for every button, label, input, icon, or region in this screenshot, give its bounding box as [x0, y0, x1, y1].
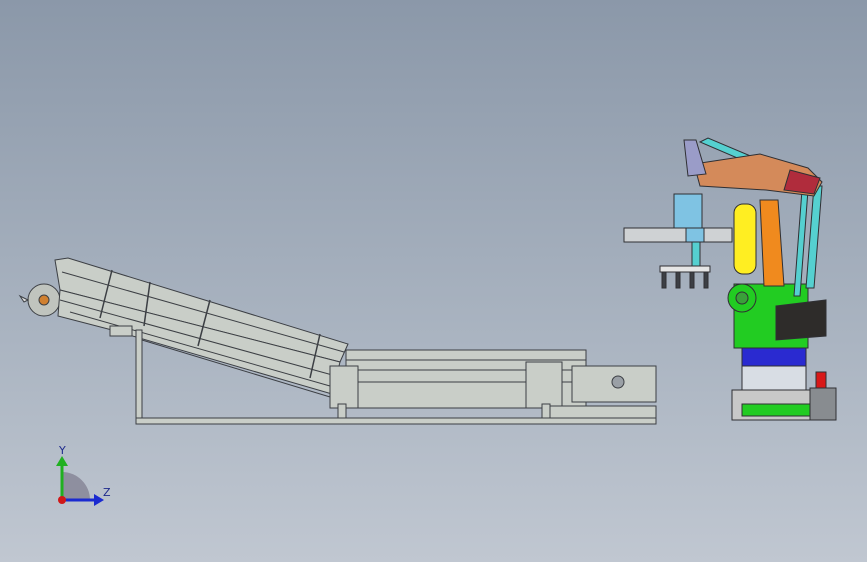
horizontal-conveyor[interactable]	[135, 349, 657, 425]
wrist-plate	[683, 139, 707, 177]
gripper-fingers	[659, 265, 711, 289]
balance-cylinder	[733, 203, 757, 275]
base-rail	[135, 417, 657, 425]
upper-arm-tip	[783, 169, 821, 195]
robot-foundation-green	[741, 403, 811, 417]
inclined-conveyor[interactable]	[18, 257, 349, 425]
gripper[interactable]	[623, 193, 733, 289]
motor-cover	[775, 299, 827, 341]
cad-viewport[interactable]: Y Z	[0, 0, 867, 562]
robot-control-box	[809, 387, 837, 421]
axis-triad: Y Z	[56, 444, 111, 506]
gripper-body	[673, 193, 703, 233]
gripper-beam	[623, 227, 733, 243]
cad-scene[interactable]: Y Z	[0, 0, 867, 562]
robot-red-block	[815, 371, 827, 389]
z-axis-label: Z	[103, 486, 111, 499]
lower-arm	[759, 199, 785, 287]
x-axis	[58, 496, 66, 504]
turntable	[741, 347, 807, 367]
head-pulley	[18, 283, 61, 317]
y-axis-label: Y	[58, 444, 66, 457]
triad-origin-quadrant	[62, 472, 90, 500]
